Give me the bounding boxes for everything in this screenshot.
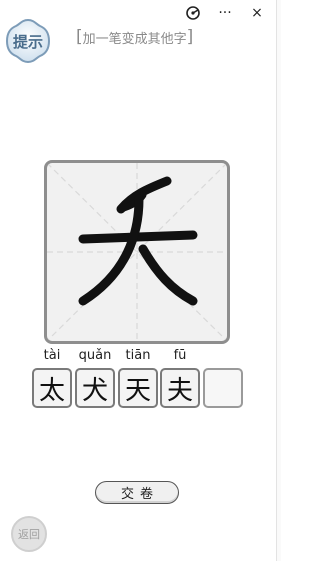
puzzle-prompt: [ 加一笔变成其他字 ] [76,26,193,48]
puzzle-character [47,163,227,341]
answer-slot-3[interactable]: 天 [118,368,158,408]
answer-pinyin-4: fū [173,348,187,363]
answer-pinyin-1: tài [43,348,61,363]
left-bracket: [ [76,27,83,47]
close-icon[interactable]: × [246,2,268,24]
right-bracket: ] [186,27,194,47]
answer-slot-4[interactable]: 夫 [160,368,200,408]
prompt-text: 加一笔变成其他字 [82,31,187,47]
answer-pinyin-3: tiān [125,348,151,363]
submit-button[interactable]: 交卷 [95,481,179,504]
puzzle-character-strokes [78,176,198,306]
answer-slot-1[interactable]: 太 [32,368,72,408]
back-button[interactable]: 返回 [11,516,47,552]
character-board [44,160,230,344]
hint-label: 提示 [12,32,43,51]
back-label: 返回 [18,528,40,541]
answer-pinyin-2: quǎn [78,348,112,363]
right-edge-strip [277,0,281,561]
mini-program-capsule: ··· × [176,2,274,24]
hint-button[interactable]: 提示 [4,17,52,65]
answer-slot-2[interactable]: 犬 [75,368,115,408]
mini-program-target-icon[interactable] [182,2,204,24]
answer-slot-5[interactable] [203,368,243,408]
more-icon[interactable]: ··· [214,2,236,24]
target-icon-glyph [186,6,200,20]
